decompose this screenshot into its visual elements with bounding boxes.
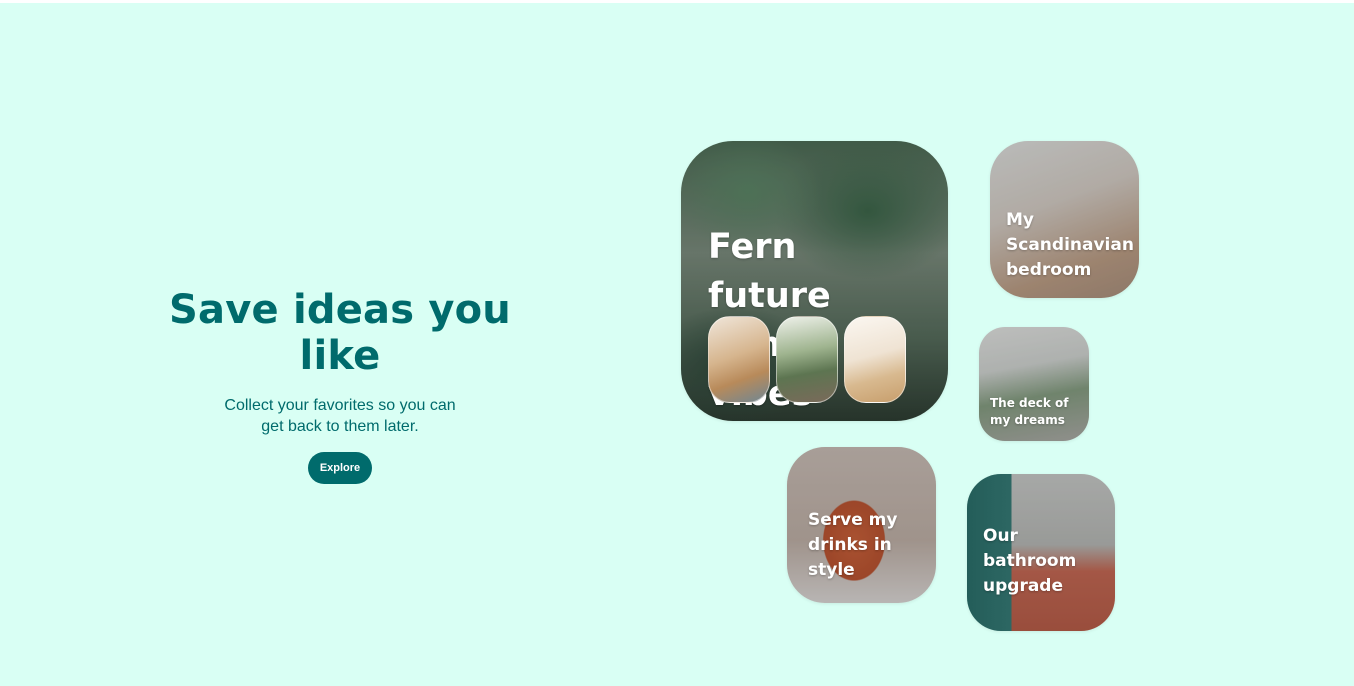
hero-section: Save ideas you like Collect your favorit… bbox=[130, 287, 550, 484]
board-card-drinks[interactable]: Serve my drinks in style bbox=[787, 447, 936, 603]
thumbnail-image[interactable] bbox=[844, 316, 906, 403]
hero-subtext: Collect your favorites so you can get ba… bbox=[224, 397, 456, 435]
board-card-fern-future[interactable]: Fern future home vibes bbox=[681, 141, 948, 421]
page: Save ideas you like Collect your favorit… bbox=[0, 3, 1354, 686]
board-card-bathroom[interactable]: Our bathroom upgrade bbox=[967, 474, 1115, 631]
explore-button[interactable]: Explore bbox=[307, 452, 373, 484]
board-card-deck[interactable]: The deck of my dreams bbox=[979, 327, 1089, 441]
thumbnail-image[interactable] bbox=[708, 316, 770, 403]
board-thumbnails bbox=[708, 316, 906, 403]
hero-heading: Save ideas you like bbox=[169, 287, 511, 379]
board-title: My Scandinavian bedroom bbox=[1006, 210, 1134, 280]
board-title: The deck of my dreams bbox=[990, 396, 1069, 427]
board-card-scandinavian-bedroom[interactable]: My Scandinavian bedroom bbox=[990, 141, 1139, 298]
thumbnail-image[interactable] bbox=[776, 316, 838, 403]
board-title: Serve my drinks in style bbox=[808, 510, 898, 580]
board-title: Our bathroom upgrade bbox=[983, 526, 1077, 596]
